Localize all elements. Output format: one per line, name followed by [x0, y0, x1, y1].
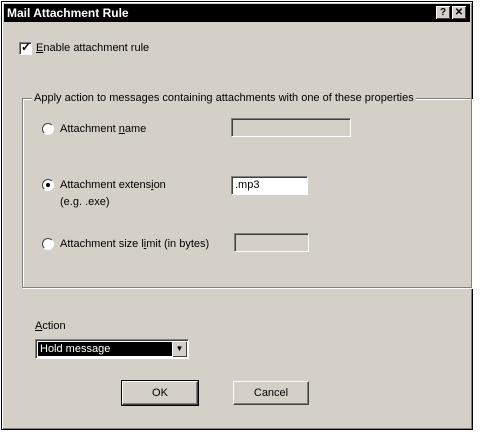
- title-bar[interactable]: Mail Attachment Rule ? ✕: [4, 4, 470, 22]
- dropdown-arrow-icon[interactable]: ▼: [172, 341, 187, 357]
- mail-attachment-rule-dialog: Mail Attachment Rule ? ✕ ✓ Enable attach…: [1, 1, 473, 430]
- checkmark-icon: ✓: [21, 40, 32, 54]
- cancel-button[interactable]: Cancel: [233, 381, 309, 405]
- ok-button[interactable]: OK: [121, 380, 199, 406]
- attachment-size-limit-radio[interactable]: [42, 238, 54, 250]
- group-legend: Apply action to messages containing atta…: [32, 92, 416, 105]
- attachment-name-label[interactable]: Attachment name: [60, 123, 146, 136]
- window-title: Mail Attachment Rule: [7, 6, 129, 20]
- enable-rule-checkbox[interactable]: ✓: [19, 40, 32, 55]
- attachment-name-field[interactable]: [231, 118, 351, 137]
- attachment-extension-field[interactable]: .mp3: [231, 176, 308, 195]
- radio-selected-dot: [46, 183, 50, 187]
- attachment-name-radio[interactable]: [42, 123, 54, 135]
- enable-rule-label[interactable]: Enable attachment rule: [36, 42, 149, 55]
- attachment-size-limit-label[interactable]: Attachment size limit (in bytes): [60, 238, 209, 251]
- action-dropdown[interactable]: Hold message ▼: [35, 339, 189, 359]
- help-button[interactable]: ?: [436, 6, 450, 19]
- close-button[interactable]: ✕: [452, 6, 466, 19]
- attachment-size-limit-field[interactable]: [234, 233, 309, 252]
- action-selected-value: Hold message: [38, 342, 172, 356]
- attachment-extension-hint: (e.g. .exe): [60, 196, 110, 208]
- action-label: Action: [35, 320, 66, 332]
- attachment-extension-radio[interactable]: [42, 179, 54, 191]
- attachment-extension-label[interactable]: Attachment extension: [60, 179, 166, 192]
